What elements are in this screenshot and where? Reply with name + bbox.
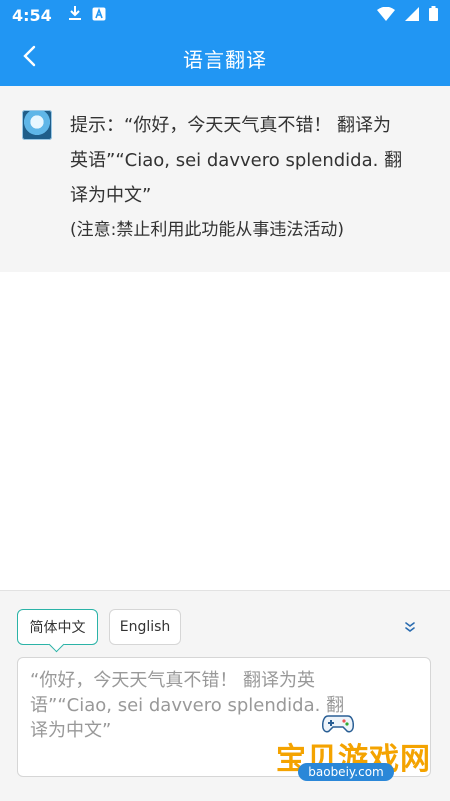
source-language-label: 简体中文 xyxy=(29,620,86,636)
watermark: 宝贝游戏网 baobeiy.com xyxy=(272,712,430,786)
app-bar: 语言翻译 xyxy=(0,30,450,86)
back-arrow-icon xyxy=(21,44,39,72)
tip-line: 英语”“Ciao, sei davvero splendida. 翻 xyxy=(70,150,403,171)
gamepad-icon xyxy=(322,712,354,734)
back-button[interactable] xyxy=(10,38,50,78)
double-chevron-down-icon xyxy=(404,618,416,637)
watermark-site: baobeiy.com xyxy=(298,763,394,781)
battery-icon xyxy=(429,5,438,25)
target-language-button[interactable]: English xyxy=(109,609,181,645)
expand-button[interactable] xyxy=(398,615,422,639)
wifi-icon xyxy=(377,6,395,25)
tip-panel: 提示：“你好，今天天气真不错！ 翻译为 英语”“Ciao, sei davver… xyxy=(0,86,450,272)
page-title: 语言翻译 xyxy=(183,47,267,72)
input-line: “你好，今天天气真不错！ 翻译为英 xyxy=(30,670,316,691)
signal-icon xyxy=(405,6,419,25)
source-language-button[interactable]: 简体中文 xyxy=(17,609,98,653)
download-icon xyxy=(68,5,82,25)
target-language-label: English xyxy=(119,619,171,635)
app-notification-icon xyxy=(92,6,106,25)
tip-line: 译为中文” xyxy=(70,185,152,206)
selection-pointer xyxy=(48,636,65,653)
tip-note: (注意:禁止利用此功能从事违法活动) xyxy=(70,220,344,240)
status-time: 4:54 xyxy=(12,5,52,25)
avatar xyxy=(22,110,52,140)
tip-text: 提示：“你好，今天天气真不错！ 翻译为 英语”“Ciao, sei davver… xyxy=(70,108,420,248)
status-bar: 4:54 xyxy=(0,0,450,30)
tip-line: 提示：“你好，今天天气真不错！ 翻译为 xyxy=(70,115,392,136)
